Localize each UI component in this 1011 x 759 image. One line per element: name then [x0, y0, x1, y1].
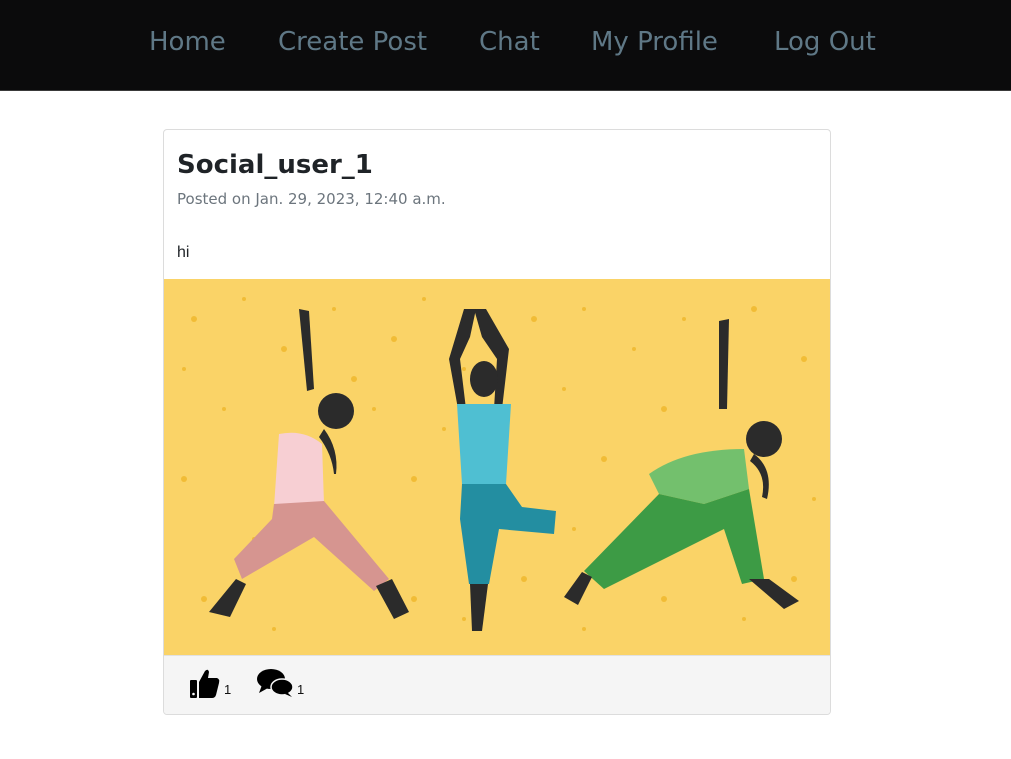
post-card: Social_user_1 Posted on Jan. 29, 2023, 1…: [163, 129, 831, 715]
comment-count: 1: [297, 682, 305, 697]
comments-icon: [257, 669, 294, 697]
post-author[interactable]: Social_user_1: [177, 148, 373, 182]
nav-chat-link[interactable]: Chat: [479, 25, 540, 59]
thumbs-up-icon: [190, 669, 220, 698]
nav-create-post-link[interactable]: Create Post: [278, 25, 427, 59]
like-button[interactable]: 1: [188, 666, 236, 702]
post-footer: 1 1: [164, 655, 830, 714]
post-date: Posted on Jan. 29, 2023, 12:40 a.m.: [177, 190, 446, 208]
nav-links: Home Create Post Chat My Profile Log Out: [0, 0, 1011, 90]
nav-my-profile-link[interactable]: My Profile: [591, 25, 718, 59]
top-navbar: Home Create Post Chat My Profile Log Out: [0, 0, 1011, 91]
post-image: [164, 279, 830, 655]
nav-home-link[interactable]: Home: [149, 25, 226, 59]
nav-log-out-link[interactable]: Log Out: [774, 25, 876, 59]
like-count: 1: [224, 682, 232, 697]
post-body: hi: [177, 244, 190, 261]
comment-button[interactable]: 1: [256, 666, 308, 702]
